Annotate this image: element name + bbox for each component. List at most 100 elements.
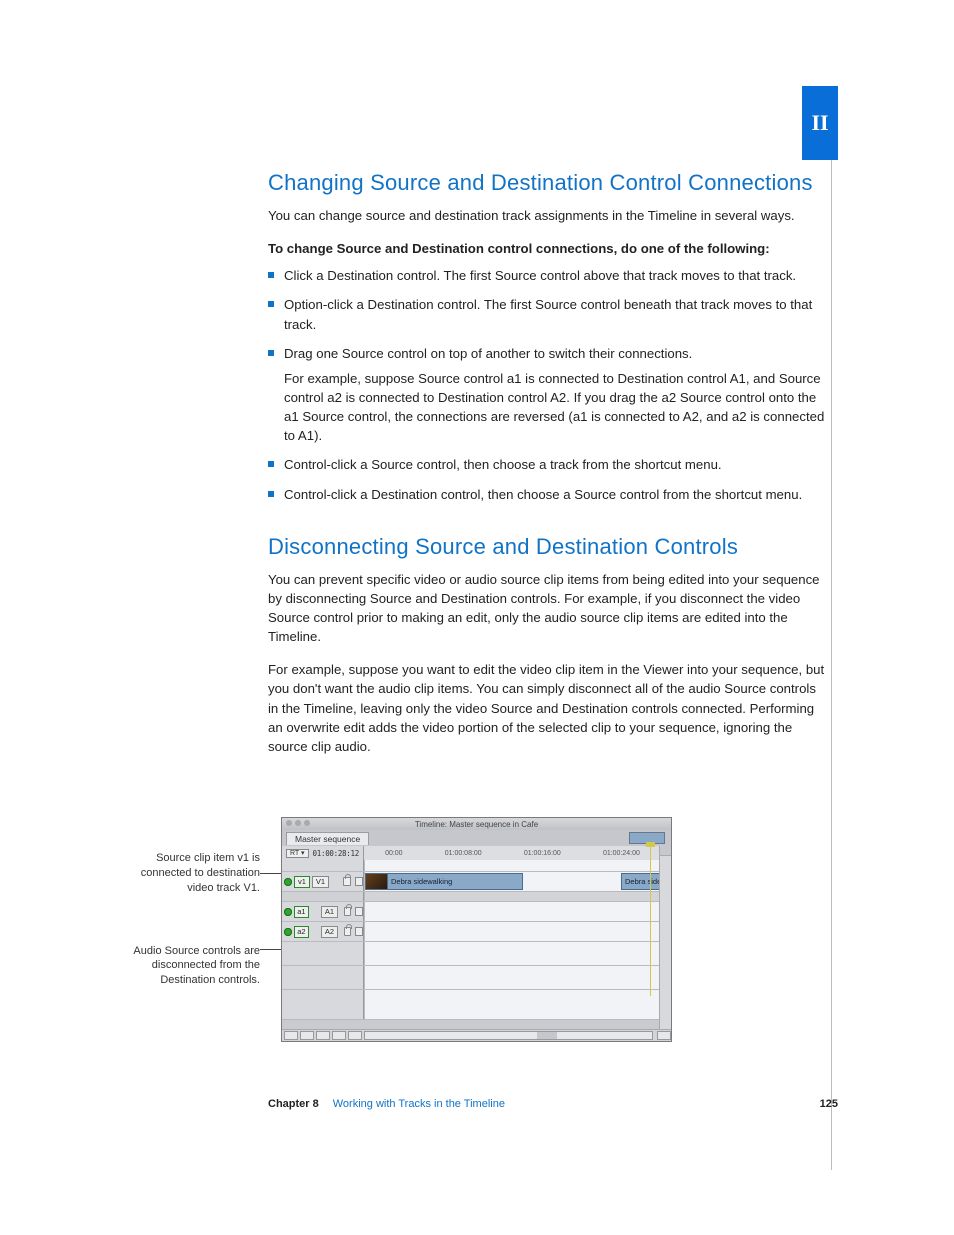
- clip-overlays-button[interactable]: [284, 1031, 298, 1040]
- callouts: Source clip item v1 is connected to dest…: [112, 851, 260, 988]
- lock-icon[interactable]: [344, 907, 352, 916]
- toggle-button[interactable]: [332, 1031, 346, 1040]
- bullet-text: Control-click a Source control, then cho…: [284, 457, 722, 472]
- callout-1: Source clip item v1 is connected to dest…: [112, 851, 260, 896]
- destination-control-V1[interactable]: V1: [312, 876, 329, 888]
- patch-empty: [282, 942, 364, 965]
- source-handle-icon[interactable]: [284, 928, 292, 936]
- lane-a1[interactable]: [364, 902, 671, 921]
- track-spacer: [282, 860, 671, 872]
- video-clip-1[interactable]: Debra sidewalking: [365, 873, 523, 890]
- lane-empty: [364, 990, 671, 1019]
- empty-track: [282, 990, 671, 1020]
- section2-title: Disconnecting Source and Destination Con…: [268, 534, 828, 560]
- bullet-text: Click a Destination control. The first S…: [284, 268, 796, 283]
- timeline-body: v1 V1 Debra sidewalking Debra sidewalkin…: [282, 860, 671, 1020]
- chapter-title: Working with Tracks in the Timeline: [333, 1098, 505, 1110]
- ruler-tick: 01:00:08:00: [445, 850, 482, 857]
- track-toggle-icon[interactable]: [355, 877, 363, 886]
- video-track-v1: v1 V1 Debra sidewalking Debra sidewalkin…: [282, 872, 671, 892]
- scroll-up-icon[interactable]: [660, 846, 671, 856]
- bullet-item: Control-click a Destination control, the…: [268, 485, 828, 504]
- toggle-button[interactable]: [316, 1031, 330, 1040]
- timeline-bottom-bar: [282, 1029, 671, 1041]
- lane-spacer: [364, 860, 671, 871]
- playhead[interactable]: [650, 846, 651, 996]
- track-divider: [282, 892, 671, 902]
- section1-intro: You can change source and destination tr…: [268, 206, 828, 225]
- bullet-item: Option-click a Destination control. The …: [268, 295, 828, 333]
- section1-bullets: Click a Destination control. The first S…: [268, 266, 828, 503]
- lane-a2[interactable]: [364, 922, 671, 941]
- track-toggle-icon[interactable]: [355, 927, 363, 936]
- source-control-a1[interactable]: a1: [294, 906, 310, 918]
- patch-empty: [282, 966, 364, 989]
- source-handle-icon[interactable]: [284, 878, 292, 886]
- source-control-a2[interactable]: a2: [294, 926, 310, 938]
- lock-icon[interactable]: [343, 877, 351, 886]
- section2-p2: For example, suppose you want to edit th…: [268, 660, 828, 756]
- callout-2: Audio Source controls are disconnected f…: [112, 944, 260, 989]
- lane-v1[interactable]: Debra sidewalking Debra sidewalking: [364, 872, 671, 891]
- callout-line: [260, 873, 281, 874]
- section2: Disconnecting Source and Destination Con…: [268, 534, 828, 756]
- part-tab: II: [802, 86, 838, 160]
- vertical-scrollbar[interactable]: [659, 846, 671, 1029]
- patch-divider: [282, 892, 364, 901]
- patch-v1: v1 V1: [282, 872, 364, 891]
- horizontal-scrollbar[interactable]: [364, 1031, 653, 1040]
- patch-spacer: [282, 860, 364, 871]
- empty-track: [282, 942, 671, 966]
- page-number: 125: [820, 1098, 838, 1110]
- current-timecode: 01:00:28:12: [313, 849, 359, 858]
- timeline-tabrow: Master sequence: [282, 830, 671, 846]
- bullet-subpara: For example, suppose Source control a1 i…: [284, 369, 828, 446]
- lock-icon[interactable]: [344, 927, 352, 936]
- bullet-text: Drag one Source control on top of anothe…: [284, 346, 692, 361]
- window-buttons: [286, 820, 310, 826]
- rt-menu[interactable]: RT ▾: [286, 849, 309, 858]
- source-handle-icon[interactable]: [284, 908, 292, 916]
- ruler-tick: 01:00:24:00: [603, 850, 640, 857]
- bullet-item: Control-click a Source control, then cho…: [268, 455, 828, 474]
- sequence-tab[interactable]: Master sequence: [286, 832, 369, 845]
- ruler-tick: 00:00: [385, 850, 403, 857]
- section2-p1: You can prevent specific video or audio …: [268, 570, 828, 647]
- destination-control-A1[interactable]: A1: [321, 906, 338, 918]
- bullet-text: Option-click a Destination control. The …: [284, 297, 812, 331]
- bullet-text: Control-click a Destination control, the…: [284, 487, 802, 502]
- destination-control-A2[interactable]: A2: [321, 926, 338, 938]
- timeline-ruler: RT ▾ 01:00:28:12 00:00 01:00:08:00 01:00…: [282, 846, 671, 860]
- callout-line: [260, 949, 281, 950]
- ruler-left: RT ▾ 01:00:28:12: [282, 846, 364, 860]
- source-control-v1[interactable]: v1: [294, 876, 310, 888]
- clip-label: Debra sidewalking: [622, 877, 663, 886]
- audio-track-a1: a1 A1: [282, 902, 671, 922]
- patch-empty: [282, 990, 364, 1019]
- section1-lead: To change Source and Destination control…: [268, 239, 828, 258]
- bullet-item: Click a Destination control. The first S…: [268, 266, 828, 285]
- timeline-titlebar: Timeline: Master sequence in Cafe: [282, 818, 671, 830]
- page: II Changing Source and Destination Contr…: [0, 0, 954, 1235]
- clip-thumbnail: [366, 874, 388, 889]
- figure: Source clip item v1 is connected to dest…: [112, 817, 832, 1057]
- nav-left-icon[interactable]: [348, 1031, 362, 1040]
- lane-empty: [364, 942, 671, 965]
- track-toggle-icon[interactable]: [355, 907, 363, 916]
- patch-a2: a2 A2: [282, 922, 364, 941]
- bullet-item: Drag one Source control on top of anothe…: [268, 344, 828, 446]
- audio-track-a2: a2 A2: [282, 922, 671, 942]
- page-footer: Chapter 8 Working with Tracks in the Tim…: [268, 1098, 838, 1110]
- ruler-tick: 01:00:16:00: [524, 850, 561, 857]
- lane-divider: [364, 892, 671, 901]
- section1-title: Changing Source and Destination Control …: [268, 170, 828, 196]
- clip-label: Debra sidewalking: [388, 877, 452, 886]
- timeline-window: Timeline: Master sequence in Cafe Master…: [281, 817, 672, 1042]
- video-clip-2[interactable]: Debra sidewalking: [621, 873, 663, 890]
- lane-empty: [364, 966, 671, 989]
- patch-a1: a1 A1: [282, 902, 364, 921]
- track-height-button[interactable]: [300, 1031, 314, 1040]
- chapter-label: Chapter 8: [268, 1098, 319, 1110]
- ruler-ticks: 00:00 01:00:08:00 01:00:16:00 01:00:24:0…: [364, 846, 671, 860]
- nav-right-icon[interactable]: [657, 1031, 671, 1040]
